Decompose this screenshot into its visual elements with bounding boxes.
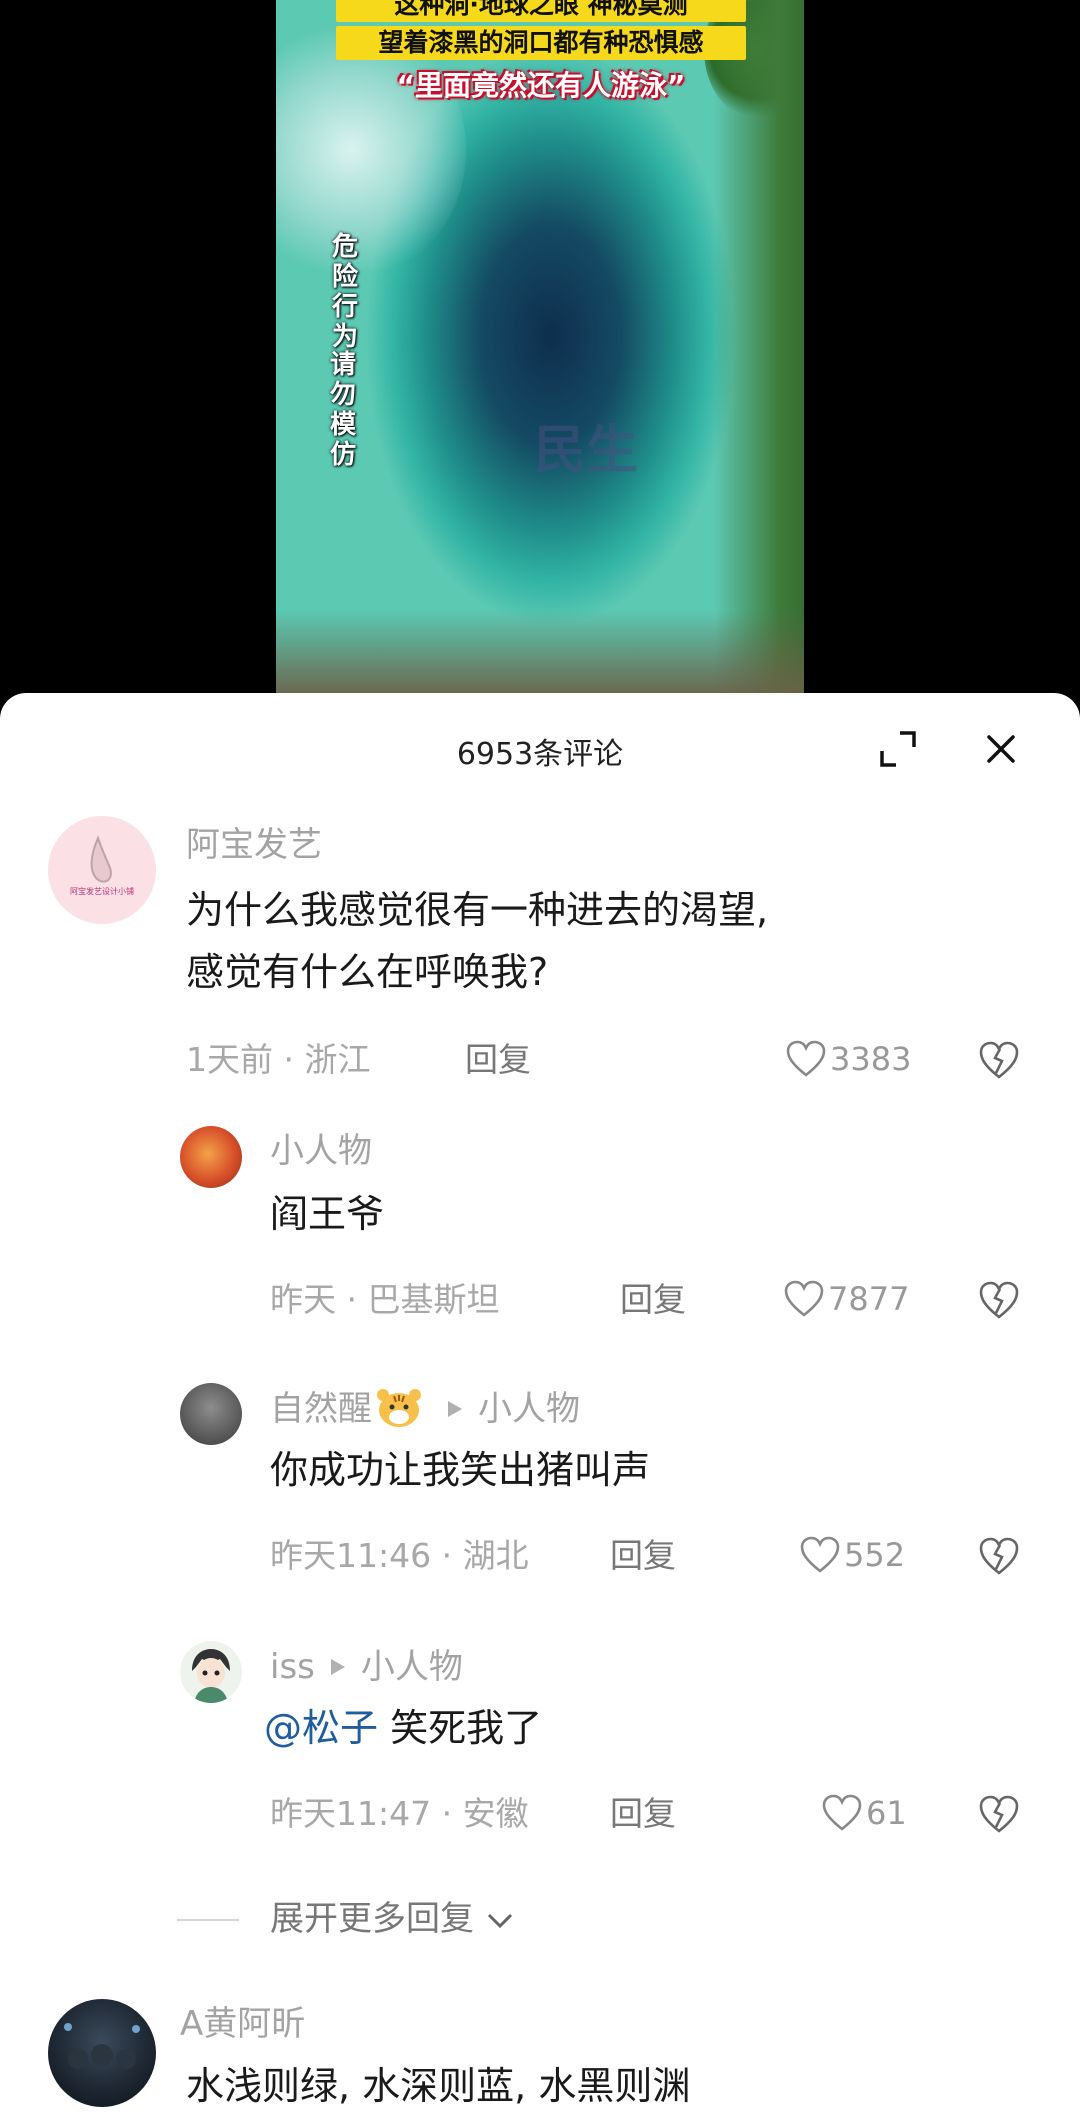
anime-avatar-icon (192, 1649, 230, 1703)
reply-button[interactable]: 回复 (465, 1033, 531, 1081)
like-button[interactable]: 3383 (786, 1037, 911, 1081)
heart-icon (800, 1536, 840, 1573)
video-player[interactable]: 这种洞·地球之眼 神秘莫测 望着漆黑的洞口都有种恐惧感 “里面竟然还有人游泳” … (276, 0, 804, 700)
comment-username-line: iss 小人物 (270, 1639, 463, 1688)
heart-icon (784, 1280, 824, 1317)
video-caption-line-3: “里面竟然还有人游泳” (396, 69, 686, 102)
close-icon[interactable] (981, 729, 1021, 769)
video-caption-line-2: 望着漆黑的洞口都有种恐惧感 (336, 26, 746, 60)
avatar[interactable] (180, 1126, 242, 1188)
comment-username[interactable]: A黄阿昕 (180, 1996, 305, 2045)
comment-text-line: 感觉有什么在呼唤我? (186, 950, 549, 994)
comment-count-title: 6953条评论 (456, 737, 624, 772)
reply-arrow-icon (448, 1400, 462, 1417)
reply-to-username[interactable]: 小人物 (361, 1647, 463, 1687)
comment-username[interactable]: 自然醒 (270, 1389, 372, 1429)
comment-time-location: 昨天11:46 · 湖北 (270, 1536, 529, 1575)
comment-text: 水浅则绿, 水深则蓝, 水黑则渊 (186, 2064, 691, 2108)
video-caption-line-1: 这种洞·地球之眼 神秘莫测 (336, 0, 746, 22)
reply-button[interactable]: 回复 (610, 1529, 676, 1577)
comment-text: 阎王爷 (270, 1192, 385, 1236)
comment-time-location: 1天前 · 浙江 (186, 1040, 371, 1079)
video-watermark: 民生 (534, 421, 639, 481)
warning-text-b: 请勿模仿 (329, 350, 356, 470)
like-button[interactable]: 552 (800, 1533, 905, 1577)
divider-line (177, 1919, 239, 1921)
tiger-emoji-icon (377, 1388, 421, 1427)
chevron-down-icon (487, 1913, 513, 1928)
comment-username[interactable]: 小人物 (270, 1123, 372, 1172)
dislike-icon[interactable] (978, 1039, 1020, 1081)
shore-right (714, 0, 804, 700)
mention-link[interactable]: @松子 (264, 1706, 378, 1750)
reply-button[interactable]: 回复 (620, 1273, 686, 1321)
like-count: 552 (844, 1536, 906, 1574)
comment-text-line: 为什么我感觉很有一种进去的渴望, (186, 888, 769, 932)
concert-avatar-icon (64, 2023, 140, 2069)
heart-icon (822, 1794, 862, 1831)
avatar[interactable] (180, 1383, 242, 1445)
comment-time-location: 昨天 · 巴基斯坦 (270, 1280, 500, 1319)
like-button[interactable]: 61 (822, 1791, 907, 1835)
like-count: 3383 (830, 1040, 912, 1078)
comment-text-line: @松子 笑死我了 (264, 1697, 542, 1759)
warning-text-a: 危险行为 (331, 232, 358, 352)
shore-bottom (276, 610, 804, 700)
dislike-icon[interactable] (978, 1535, 1020, 1577)
expand-more-replies-button[interactable]: 展开更多回复 (270, 1891, 514, 1940)
comment-username[interactable]: iss (270, 1647, 315, 1687)
reply-button[interactable]: 回复 (610, 1787, 676, 1835)
reply-arrow-icon (330, 1658, 345, 1675)
avatar-logo-icon (90, 835, 112, 883)
avatar[interactable]: 阿宝发艺设计小铺 (48, 816, 156, 924)
avatar[interactable] (180, 1641, 242, 1703)
dislike-icon[interactable] (978, 1279, 1020, 1321)
comment-sheet: 6953条评论 阿宝发艺设计小铺 阿宝发艺 为什么我感觉很有一种进去的渴望, 感… (0, 693, 1080, 2127)
avatar[interactable] (48, 1999, 156, 2107)
like-button[interactable]: 7877 (784, 1277, 909, 1321)
avatar-caption: 阿宝发艺设计小铺 (70, 887, 134, 896)
expand-more-label: 展开更多回复 (270, 1899, 474, 1939)
comment-time-location: 昨天11:47 · 安徽 (270, 1794, 529, 1833)
heart-icon (786, 1040, 826, 1077)
comment-username-line: 自然醒 小人物 (270, 1381, 580, 1436)
like-count: 61 (866, 1794, 907, 1832)
expand-icon[interactable] (878, 729, 918, 769)
like-count: 7877 (828, 1280, 910, 1318)
comment-username[interactable]: 阿宝发艺 (186, 817, 322, 866)
dislike-icon[interactable] (978, 1793, 1020, 1835)
comment-text: 你成功让我笑出猪叫声 (270, 1448, 651, 1492)
reply-to-username[interactable]: 小人物 (478, 1389, 580, 1429)
comment-text: 笑死我了 (390, 1706, 543, 1750)
